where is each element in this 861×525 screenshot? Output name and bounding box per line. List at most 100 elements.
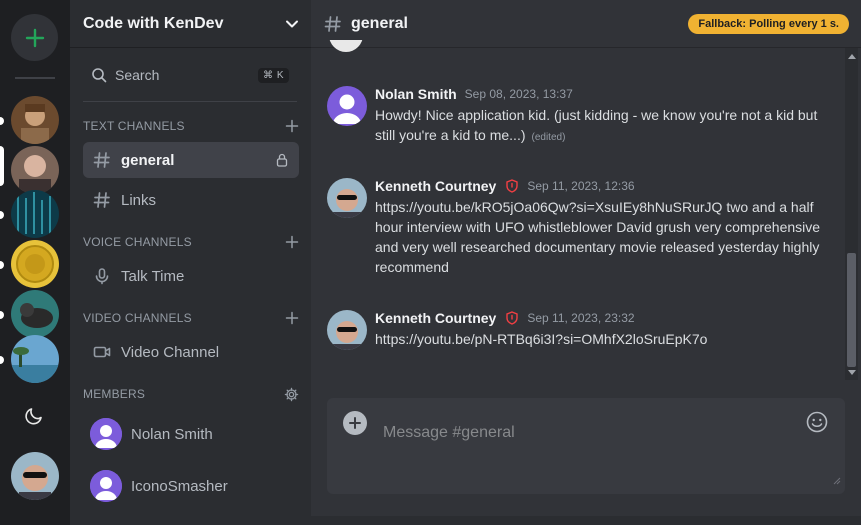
message-content: https://youtu.be/pN-RTBq6i3I?si=OMhfX2lo… (375, 331, 708, 347)
app-window: Code with KenDev Search ⌘ K TEXT CHANNEL… (0, 0, 861, 525)
scroll-down-arrow[interactable] (848, 370, 856, 375)
channel-label: general (121, 151, 175, 169)
channel-header: general Fallback: Polling every 1 s. (311, 0, 861, 48)
search-shortcut-badge: ⌘ K (258, 67, 289, 83)
server-selected-indicator (0, 146, 4, 186)
add-server-button[interactable] (11, 14, 58, 61)
server-icon-3[interactable] (11, 190, 59, 238)
channel-talk-time[interactable]: Talk Time (83, 258, 299, 294)
server-icon-6[interactable] (11, 335, 59, 383)
lock-icon (276, 153, 288, 167)
server-rail (0, 0, 70, 525)
rail-divider (15, 77, 55, 79)
server-icon-4[interactable] (11, 240, 59, 288)
status-strip (311, 516, 861, 525)
clipped-message-avatar (329, 40, 363, 52)
member-avatar (90, 418, 122, 450)
theme-toggle-button[interactable] (22, 402, 48, 428)
message-text: Howdy! Nice application kid. (just kiddi… (375, 105, 837, 148)
category-label: VIDEO CHANNELS (83, 311, 192, 325)
message-timestamp: Sep 11, 2023, 23:32 (527, 310, 635, 325)
channel-label: Talk Time (121, 267, 185, 285)
gear-icon[interactable] (284, 387, 299, 402)
category-label: TEXT CHANNELS (83, 119, 185, 133)
message-composer[interactable]: Message #general (327, 398, 845, 494)
search-icon (92, 68, 107, 83)
hash-icon (93, 192, 110, 208)
category-label: MEMBERS (83, 387, 146, 401)
add-channel-icon[interactable] (285, 235, 299, 249)
member-item[interactable]: Nolan Smith (90, 416, 290, 452)
channel-sidebar: Code with KenDev Search ⌘ K TEXT CHANNEL… (70, 0, 311, 525)
category-members: MEMBERS (83, 386, 299, 402)
server-icon-5[interactable] (11, 290, 59, 338)
channel-label: Video Channel (121, 343, 220, 361)
chat-scrollbar[interactable] (845, 48, 858, 380)
member-name: Nolan Smith (131, 425, 213, 443)
message-content: Howdy! Nice application kid. (just kiddi… (375, 107, 818, 143)
plus-icon (25, 28, 44, 47)
channel-general[interactable]: general (83, 142, 299, 178)
user-icon (90, 470, 122, 502)
server-unread-indicator (0, 356, 4, 364)
server-unread-indicator (0, 117, 4, 125)
user-icon (90, 418, 122, 450)
fallback-polling-badge: Fallback: Polling every 1 s. (688, 14, 849, 34)
guild-name: Code with KenDev (83, 14, 224, 32)
hash-icon (93, 152, 110, 168)
search-divider (83, 101, 297, 102)
message-timestamp: Sep 08, 2023, 13:37 (464, 86, 573, 101)
server-unread-indicator (0, 211, 4, 219)
channel-label: Links (121, 191, 157, 209)
chevron-down-icon (286, 20, 298, 27)
edited-label: (edited) (531, 132, 566, 143)
message-item[interactable]: Kenneth Courtney Sep 11, 2023, 12:36 htt… (327, 176, 837, 277)
message-avatar[interactable] (327, 86, 367, 126)
member-avatar (90, 470, 122, 502)
message-item[interactable]: Kenneth Courtney Sep 11, 2023, 23:32 htt… (327, 308, 837, 350)
category-voice-channels: VOICE CHANNELS (83, 234, 299, 250)
server-unread-indicator (0, 261, 4, 269)
server-unread-indicator (0, 311, 4, 319)
scroll-up-arrow[interactable] (848, 54, 856, 59)
message-avatar[interactable] (327, 178, 367, 218)
add-channel-icon[interactable] (285, 311, 299, 325)
search-button[interactable]: Search ⌘ K (83, 59, 297, 91)
member-name: IconoSmasher (131, 477, 228, 495)
admin-shield-icon (505, 178, 519, 193)
add-channel-icon[interactable] (285, 119, 299, 133)
category-text-channels: TEXT CHANNELS (83, 118, 299, 134)
message-author[interactable]: Kenneth Courtney (375, 178, 496, 194)
current-user-avatar[interactable] (11, 452, 59, 500)
message-author[interactable]: Kenneth Courtney (375, 310, 496, 326)
member-item[interactable]: IconoSmasher (90, 468, 290, 504)
search-label: Search (115, 67, 160, 83)
message-item[interactable]: Nolan Smith Sep 08, 2023, 13:37 Howdy! N… (327, 84, 837, 148)
emoji-button[interactable] (805, 410, 829, 439)
video-camera-icon (93, 346, 111, 358)
server-icon-1[interactable] (11, 96, 59, 144)
moon-icon (25, 408, 42, 425)
guild-header[interactable]: Code with KenDev (70, 0, 311, 48)
plus-icon (349, 417, 361, 429)
message-timestamp: Sep 11, 2023, 12:36 (527, 178, 635, 193)
channel-video-channel[interactable]: Video Channel (83, 334, 299, 370)
message-input[interactable]: Message #general (383, 424, 515, 442)
microphone-icon (95, 268, 109, 285)
message-author[interactable]: Nolan Smith (375, 86, 457, 102)
chat-main: general Fallback: Polling every 1 s. Nol… (311, 0, 861, 525)
message-content: https://youtu.be/kRO5jOa06Qw?si=XsuIEy8h… (375, 199, 821, 275)
server-icon-2[interactable] (11, 146, 59, 194)
channel-title: general (351, 14, 408, 32)
hash-icon (324, 15, 341, 32)
category-video-channels: VIDEO CHANNELS (83, 310, 299, 326)
smiley-icon (806, 411, 828, 433)
channel-links[interactable]: Links (83, 182, 299, 218)
attach-button[interactable] (343, 411, 367, 435)
resize-grip-icon[interactable] (831, 472, 841, 490)
user-icon (327, 86, 367, 126)
scroll-thumb[interactable] (847, 253, 856, 367)
admin-shield-icon (505, 310, 519, 325)
message-avatar[interactable] (327, 310, 367, 350)
category-label: VOICE CHANNELS (83, 235, 192, 249)
